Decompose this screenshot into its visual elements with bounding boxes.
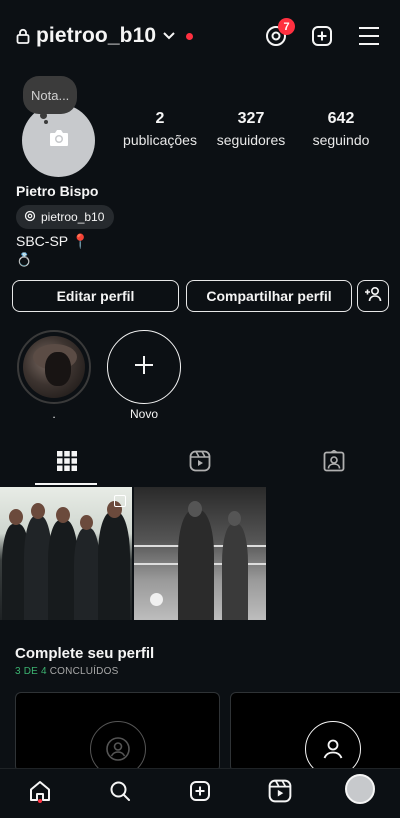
- reels-icon: [268, 779, 292, 808]
- stat-label: seguindo: [312, 132, 370, 148]
- full-name: Pietro Bispo: [16, 183, 99, 199]
- tab-reels[interactable]: [133, 440, 266, 486]
- bio-emoji: 💍: [16, 252, 33, 267]
- posts-grid: [0, 487, 400, 620]
- carousel-icon: [114, 495, 126, 507]
- stat-followers[interactable]: 327 seguidores: [206, 110, 296, 148]
- username-switcher[interactable]: pietroo_b10: [16, 24, 194, 48]
- nav-profile-avatar[interactable]: [345, 774, 375, 804]
- discover-people-button[interactable]: [357, 280, 389, 312]
- new-highlight-button[interactable]: [107, 330, 181, 404]
- search-icon: [108, 779, 132, 808]
- highlight-label: .: [52, 407, 56, 421]
- stat-value: 327: [237, 110, 265, 127]
- top-bar: pietroo_b10 7: [0, 0, 400, 76]
- complete-profile-card[interactable]: [230, 692, 400, 777]
- content-tabs: [0, 440, 400, 486]
- note-bubble-tail-small: [44, 120, 48, 124]
- note-bubble-tail: [40, 112, 47, 119]
- threads-profile-chip[interactable]: pietroo_b10: [16, 205, 115, 229]
- nav-home[interactable]: [25, 778, 55, 808]
- nav-reels[interactable]: [265, 778, 295, 808]
- menu-icon: [357, 25, 381, 52]
- create-icon: [310, 24, 334, 53]
- grid-icon: [56, 450, 77, 476]
- plus-icon: [133, 354, 155, 381]
- threads-notification-badge: 7: [278, 18, 295, 35]
- share-profile-button[interactable]: Compartilhar perfil: [186, 280, 352, 312]
- bio-location: SBC-SP 📍: [16, 233, 90, 249]
- active-tab-indicator: [35, 483, 97, 485]
- stat-label: seguidores: [216, 132, 286, 148]
- highlight-story[interactable]: [17, 330, 91, 404]
- profile-avatar[interactable]: [22, 104, 95, 177]
- note-placeholder: Nota...: [31, 87, 70, 103]
- threads-icon: [24, 210, 36, 225]
- stat-value: 642: [327, 110, 355, 127]
- nav-create[interactable]: [185, 778, 215, 808]
- progress-count: 3 DE 4: [15, 666, 47, 677]
- stat-posts[interactable]: 2 publicações: [115, 110, 205, 148]
- edit-profile-button[interactable]: Editar perfil: [12, 280, 179, 312]
- highlight-thumbnail: [23, 336, 85, 398]
- tab-tagged[interactable]: [267, 440, 400, 486]
- menu-button[interactable]: [355, 24, 383, 52]
- lock-icon: [16, 28, 30, 44]
- username: pietroo_b10: [36, 24, 157, 47]
- complete-profile-title: Complete seu perfil: [15, 645, 155, 662]
- bottom-nav: [0, 768, 400, 818]
- reels-icon: [189, 450, 211, 477]
- tagged-icon: [323, 449, 345, 477]
- progress-suffix: CONCLUÍDOS: [46, 666, 119, 677]
- tab-posts-grid[interactable]: [0, 440, 133, 486]
- add-person-icon: [364, 286, 382, 307]
- stat-label: publicações: [123, 132, 197, 148]
- nav-search[interactable]: [105, 778, 135, 808]
- complete-profile-progress: 3 DE 4 CONCLUÍDOS: [15, 666, 118, 677]
- stat-value: 2: [155, 110, 165, 127]
- home-icon: [28, 779, 52, 808]
- notification-dot: [38, 799, 42, 803]
- chevron-down-icon: [162, 31, 176, 41]
- post-thumbnail[interactable]: [134, 487, 266, 620]
- live-indicator-dot: [186, 32, 194, 40]
- stat-following[interactable]: 642 seguindo: [296, 110, 386, 148]
- post-thumbnail[interactable]: [0, 487, 132, 620]
- note-bubble[interactable]: Nota...: [23, 76, 78, 114]
- camera-icon: [48, 128, 70, 153]
- complete-profile-card[interactable]: [15, 692, 220, 777]
- threads-handle: pietroo_b10: [41, 210, 105, 224]
- highlight-label-new: Novo: [129, 407, 158, 421]
- create-icon: [188, 779, 212, 808]
- create-button[interactable]: [308, 24, 336, 52]
